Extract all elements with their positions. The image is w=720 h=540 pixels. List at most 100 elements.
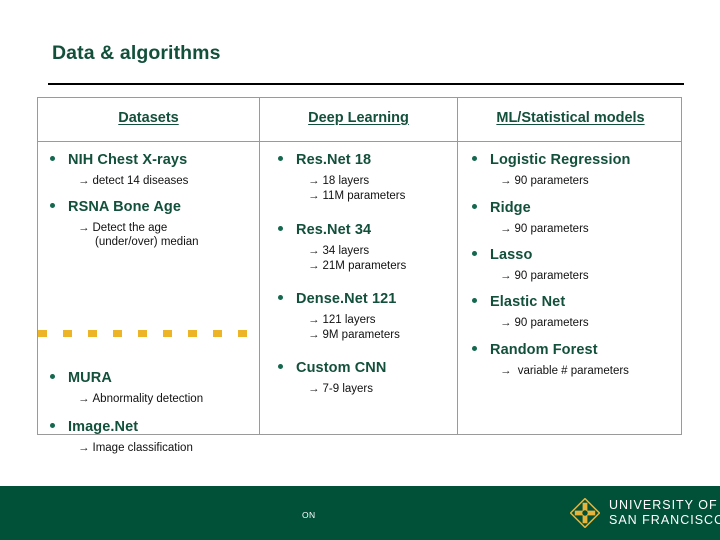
arrow-icon: → (308, 175, 320, 187)
bullet-dot-icon (50, 203, 55, 208)
entry-label: Ridge (490, 200, 531, 216)
entry-label: NIH Chest X-rays (68, 152, 188, 168)
bullet-row: Res.Net 18 (278, 152, 405, 168)
column-header-ml-statistical-models: ML/Statistical models (496, 110, 645, 126)
entry-detail-text: 21M parameters (322, 260, 407, 273)
bullet-dot-icon (472, 251, 477, 256)
bullet-row: Image.Net (50, 419, 193, 435)
table-column-deep-learning: Res.Net 18 → 18 layers → 11M parameters Re… (260, 142, 457, 434)
bullet-row: MURA (50, 370, 203, 386)
bullet-dot-icon (278, 226, 283, 231)
list-item: NIH Chest X-rays → detect 14 diseases (50, 152, 188, 189)
bullet-dot-icon (50, 156, 55, 161)
column-header-datasets: Datasets (118, 110, 179, 126)
entry-detail-text: 90 parameters (514, 270, 589, 282)
list-item: Image.Net → Image classification (50, 419, 193, 456)
usf-wordmark: UNIVERSITY OF SAN FRANCISCO (609, 498, 720, 528)
usf-line-1: UNIVERSITY OF (609, 498, 718, 513)
entry-detail-text: 11M parameters (322, 190, 406, 203)
list-item: RSNA Bone Age → Detect the age (under/ove… (50, 199, 199, 248)
list-item: Elastic Net → 90 parameters (472, 294, 589, 331)
entry-detail-text: 90 parameters (514, 223, 589, 235)
bullet-row: Dense.Net 121 (278, 291, 400, 307)
bullet-row: Res.Net 34 (278, 222, 406, 238)
entry-label: Custom CNN (296, 360, 387, 376)
arrow-icon: → (78, 442, 90, 454)
arrow-icon: → (78, 393, 90, 405)
bullet-dot-icon (278, 364, 283, 369)
entry-label: RSNA Bone Age (68, 199, 182, 215)
bullet-row: Custom CNN (278, 360, 386, 376)
footer-label-on: ON (302, 510, 316, 520)
entry-detail-text: 34 layers (322, 245, 370, 257)
list-item: Logistic Regression → 90 parameters (472, 152, 631, 189)
entry-detail-text: Abnormality detection (92, 393, 204, 405)
entry-detail: → Detect the age (78, 221, 199, 236)
entry-detail-continuation: (under/over) median (95, 236, 199, 249)
list-item: Random Forest → variable # parameters (472, 342, 629, 379)
entry-detail: → 121 layers (308, 313, 400, 328)
arrow-icon: → (308, 190, 320, 203)
list-item: MURA → Abnormality detection (50, 370, 203, 407)
entry-label: MURA (68, 370, 112, 386)
bullet-row: RSNA Bone Age (50, 199, 199, 215)
entry-detail: → 7-9 layers (308, 382, 386, 397)
list-item: Dense.Net 121 → 121 layers → 9M parameters (278, 291, 400, 343)
arrow-icon: → (500, 223, 512, 235)
arrow-icon: → (500, 365, 512, 377)
bullet-dot-icon (278, 156, 283, 161)
title-divider-rule (48, 83, 684, 85)
entry-detail: → 90 parameters (500, 269, 589, 284)
entry-label: Logistic Regression (490, 152, 631, 168)
entry-detail-text: 7-9 layers (322, 383, 374, 395)
entry-detail: → 90 parameters (500, 174, 631, 189)
usf-line-2: SAN FRANCISCO (609, 513, 720, 527)
entry-detail-text: detect 14 diseases (92, 175, 189, 187)
content-table: Datasets Deep Learning ML/Statistical mo… (37, 97, 682, 454)
bullet-dot-icon (472, 156, 477, 161)
arrow-icon: → (308, 329, 320, 342)
entry-detail: → Image classification (78, 441, 193, 456)
bullet-dot-icon (472, 204, 477, 209)
slide-canvas: Data & algorithms Datasets Deep Learning… (0, 0, 720, 540)
arrow-icon: → (500, 175, 512, 187)
bullet-row: Ridge (472, 200, 589, 216)
entry-detail-text: Detect the age (92, 222, 168, 234)
entry-label: Image.Net (68, 419, 139, 435)
list-item: Res.Net 18 → 18 layers → 11M parameters (278, 152, 405, 204)
entry-label: Dense.Net 121 (296, 291, 397, 307)
entry-detail-text: 90 parameters (514, 317, 589, 329)
list-item: Ridge → 90 parameters (472, 200, 589, 237)
entry-detail: → detect 14 diseases (78, 174, 188, 189)
entry-detail: → 18 layers (308, 174, 405, 189)
bullet-row: Random Forest (472, 342, 629, 358)
gold-dashed-divider (38, 330, 259, 337)
entry-label: Random Forest (490, 342, 598, 358)
entry-detail-text: 18 layers (322, 175, 370, 187)
arrow-icon: → (308, 314, 320, 326)
bullet-dot-icon (472, 346, 477, 351)
entry-detail-text: 90 parameters (514, 175, 589, 187)
arrow-icon: → (500, 317, 512, 329)
bullet-row: Lasso (472, 247, 589, 263)
entry-label: Res.Net 34 (296, 222, 372, 238)
arrow-icon: → (308, 383, 320, 395)
entry-detail: → 11M parameters (308, 189, 405, 204)
entry-label: Elastic Net (490, 294, 566, 310)
usf-cross-emblem-icon (570, 498, 600, 528)
entry-detail-text: 121 layers (322, 314, 376, 326)
list-item: Custom CNN → 7-9 layers (278, 360, 386, 397)
entry-detail: → variable # parameters (500, 364, 629, 379)
table-header-row: Datasets Deep Learning ML/Statistical mo… (38, 98, 681, 141)
entry-label: Lasso (490, 247, 533, 263)
arrow-icon: → (78, 222, 90, 234)
bullet-dot-icon (50, 423, 55, 428)
entry-detail-text: variable # parameters (514, 365, 629, 377)
arrow-icon: → (308, 245, 320, 257)
page-title: Data & algorithms (52, 42, 221, 64)
entry-detail-text: 9M parameters (322, 329, 400, 342)
table-column-datasets: NIH Chest X-rays → detect 14 diseases RSN… (38, 142, 259, 454)
arrow-icon: → (78, 175, 90, 187)
bullet-row: Elastic Net (472, 294, 589, 310)
list-item: Res.Net 34 → 34 layers → 21M parameters (278, 222, 406, 274)
